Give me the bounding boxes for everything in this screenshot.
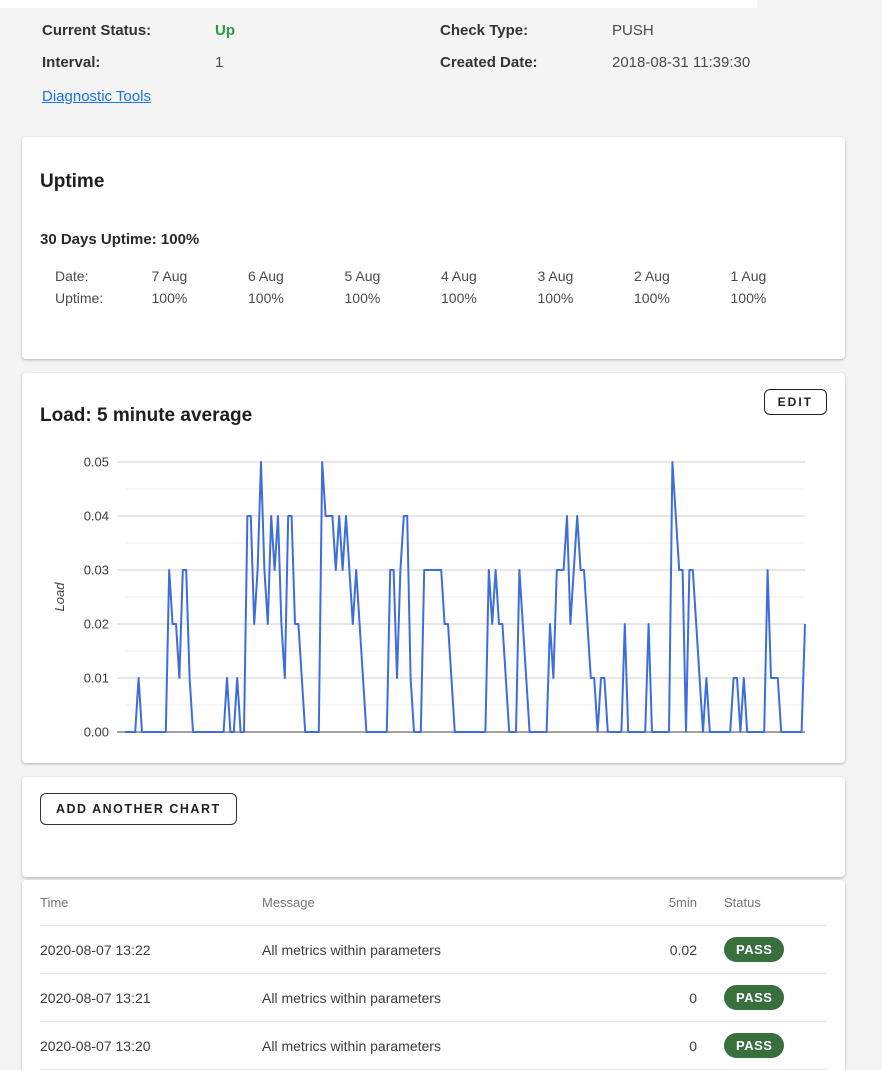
uptime-row-label: Uptime: (55, 287, 152, 309)
load-chart-title: Load: 5 minute average (40, 405, 827, 427)
row-message: All metrics within parameters (262, 942, 627, 958)
column-header-time: Time (40, 895, 262, 910)
add-another-chart-button[interactable]: ADD ANOTHER CHART (40, 793, 237, 825)
results-table-header: Time Message 5min Status (40, 880, 827, 926)
column-header-message: Message (262, 895, 627, 910)
y-tick-label: 0.03 (84, 563, 109, 578)
uptime-cell: 100% (731, 287, 828, 309)
status-panel: Current Status: Up Check Type: PUSH Inte… (0, 0, 882, 106)
top-card-edge (0, 0, 757, 8)
edit-button[interactable]: EDIT (764, 389, 827, 415)
date-cell: 6 Aug (248, 265, 345, 287)
row-time: 2020-08-07 13:21 (40, 990, 262, 1006)
y-axis-title: Load (52, 582, 67, 612)
date-cell: 4 Aug (441, 265, 538, 287)
table-row[interactable]: 2020-08-07 13:20 All metrics within para… (40, 1022, 827, 1070)
interval-label: Interval: (42, 54, 215, 71)
table-row[interactable]: 2020-08-07 13:22 All metrics within para… (40, 926, 827, 974)
y-tick-label: 0.01 (84, 671, 109, 686)
date-cell: 7 Aug (152, 265, 249, 287)
current-status-value: Up (215, 22, 440, 39)
status-badge: PASS (724, 1033, 784, 1058)
status-badge: PASS (724, 937, 784, 962)
created-date-label: Created Date: (440, 54, 612, 71)
date-cell: 3 Aug (538, 265, 635, 287)
uptime-cell: 100% (634, 287, 731, 309)
y-tick-label: 0.04 (84, 509, 109, 524)
uptime-cell: 100% (538, 287, 635, 309)
date-cell: 1 Aug (731, 265, 828, 287)
uptime-cell: 100% (345, 287, 442, 309)
status-badge: PASS (724, 985, 784, 1010)
uptime-table: Date: 7 Aug 6 Aug 5 Aug 4 Aug 3 Aug 2 Au… (55, 265, 827, 309)
column-header-5min: 5min (627, 895, 697, 910)
load-line-chart-svg: 0.00 0.01 0.02 0.03 0.04 0.05 Load (22, 451, 845, 753)
results-table: Time Message 5min Status 2020-08-07 13:2… (22, 880, 845, 1070)
column-header-status: Status (697, 895, 827, 910)
row-time: 2020-08-07 13:20 (40, 1038, 262, 1054)
row-message: All metrics within parameters (262, 1038, 627, 1054)
date-row-label: Date: (55, 265, 152, 287)
date-cell: 2 Aug (634, 265, 731, 287)
y-tick-label: 0.02 (84, 617, 109, 632)
load-chart-card: EDIT Load: 5 minute average 0.00 0.01 0.02… (22, 373, 845, 763)
interval-value: 1 (215, 54, 440, 71)
uptime-card: Uptime 30 Days Uptime: 100% Date: 7 Aug … (22, 137, 845, 359)
row-5min: 0.02 (627, 942, 697, 958)
uptime-value-row: Uptime: 100% 100% 100% 100% 100% 100% 10… (55, 287, 827, 309)
row-5min: 0 (627, 1038, 697, 1054)
uptime-cell: 100% (152, 287, 249, 309)
check-type-label: Check Type: (440, 22, 612, 39)
created-date-value: 2018-08-31 11:39:30 (612, 54, 882, 71)
check-type-value: PUSH (612, 22, 882, 39)
add-chart-card: ADD ANOTHER CHART (22, 777, 845, 877)
table-row[interactable]: 2020-08-07 13:21 All metrics within para… (40, 974, 827, 1022)
row-message: All metrics within parameters (262, 990, 627, 1006)
status-grid: Current Status: Up Check Type: PUSH Inte… (42, 22, 882, 71)
date-cell: 5 Aug (345, 265, 442, 287)
y-tick-label: 0.00 (84, 725, 109, 740)
row-time: 2020-08-07 13:22 (40, 942, 262, 958)
current-status-label: Current Status: (42, 22, 215, 39)
y-tick-label: 0.05 (84, 455, 109, 470)
load-chart: 0.00 0.01 0.02 0.03 0.04 0.05 Load (22, 451, 845, 753)
uptime-cell: 100% (441, 287, 538, 309)
uptime-summary: 30 Days Uptime: 100% (40, 231, 827, 248)
uptime-date-row: Date: 7 Aug 6 Aug 5 Aug 4 Aug 3 Aug 2 Au… (55, 265, 827, 287)
row-5min: 0 (627, 990, 697, 1006)
diagnostic-tools-link[interactable]: Diagnostic Tools (42, 88, 151, 105)
uptime-cell: 100% (248, 287, 345, 309)
uptime-card-title: Uptime (40, 171, 827, 193)
